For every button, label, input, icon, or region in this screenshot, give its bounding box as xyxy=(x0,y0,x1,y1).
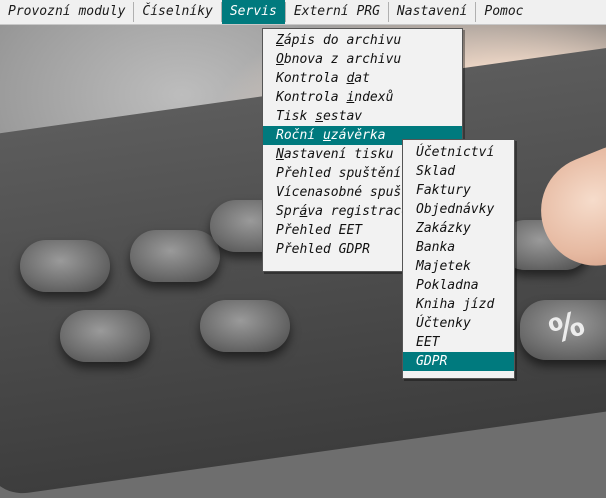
menu-item-label: ápis do archivu xyxy=(283,33,402,48)
mnemonic: s xyxy=(315,109,323,124)
rocni-uzaverka-submenu: Účetnictví Sklad Faktury Objednávky Zaká… xyxy=(402,139,515,379)
menu-item-label: Přehled spuštění xyxy=(276,166,402,181)
menu-item-label: astavení tisku xyxy=(283,147,394,162)
menu-item-label: závěrka xyxy=(330,128,386,143)
submenu-item-banka[interactable]: Banka xyxy=(403,238,514,257)
menu-item-label: Spr xyxy=(276,204,300,219)
menu-item-label: Přehled EET xyxy=(276,223,363,238)
menu-item-obnova-z-archivu[interactable]: Obnova z archivu xyxy=(263,50,462,69)
menu-provozni-moduly[interactable]: Provozní moduly xyxy=(0,0,133,24)
menu-externi-prg[interactable]: Externí PRG xyxy=(286,0,388,24)
menu-item-label: at xyxy=(354,71,370,86)
mnemonic: u xyxy=(322,128,331,143)
submenu-item-zakazky[interactable]: Zakázky xyxy=(403,219,514,238)
menu-ciselniky[interactable]: Číselníky xyxy=(134,0,220,24)
mnemonic: Z xyxy=(276,33,284,48)
calculator-key xyxy=(60,310,150,362)
menu-item-label: Přehled GDPR xyxy=(276,242,370,257)
menu-item-label: va registrace xyxy=(307,204,410,219)
submenu-item-kniha-jizd[interactable]: Kniha jízd xyxy=(403,295,514,314)
menu-item-kontrola-indexu[interactable]: Kontrola indexů xyxy=(263,88,462,107)
calculator-key xyxy=(130,230,220,282)
menu-bar: Provozní moduly Číselníky Servis Externí… xyxy=(0,0,606,25)
menu-item-label: Kontrola xyxy=(276,90,347,105)
mnemonic: O xyxy=(276,52,284,67)
menu-servis[interactable]: Servis xyxy=(221,0,285,24)
submenu-item-majetek[interactable]: Majetek xyxy=(403,257,514,276)
calculator-key xyxy=(200,300,290,352)
submenu-item-gdpr[interactable]: GDPR xyxy=(403,352,514,371)
menu-item-tisk-sestav[interactable]: Tisk sestav xyxy=(263,107,462,126)
menu-nastaveni[interactable]: Nastavení xyxy=(389,0,475,24)
menu-pomoc[interactable]: Pomoc xyxy=(476,0,531,24)
menu-item-label: Kontrola xyxy=(276,71,347,86)
submenu-item-eet[interactable]: EET xyxy=(403,333,514,352)
submenu-item-objednavky[interactable]: Objednávky xyxy=(403,200,514,219)
menu-item-label: ndexů xyxy=(354,90,394,105)
submenu-item-uctenky[interactable]: Účtenky xyxy=(403,314,514,333)
menu-item-label: Tisk xyxy=(276,109,316,124)
menu-item-zapis-do-archivu[interactable]: Zápis do archivu xyxy=(263,31,462,50)
submenu-item-sklad[interactable]: Sklad xyxy=(403,162,514,181)
submenu-item-ucetnictvi[interactable]: Účetnictví xyxy=(403,143,514,162)
calculator-key xyxy=(20,240,110,292)
menu-item-kontrola-dat[interactable]: Kontrola dat xyxy=(263,69,462,88)
submenu-item-pokladna[interactable]: Pokladna xyxy=(403,276,514,295)
mnemonic: N xyxy=(276,147,284,162)
submenu-item-faktury[interactable]: Faktury xyxy=(403,181,514,200)
menu-item-label: Roční xyxy=(276,128,323,143)
menu-item-label: estav xyxy=(322,109,363,124)
menu-item-label: bnova z archivu xyxy=(283,52,402,67)
